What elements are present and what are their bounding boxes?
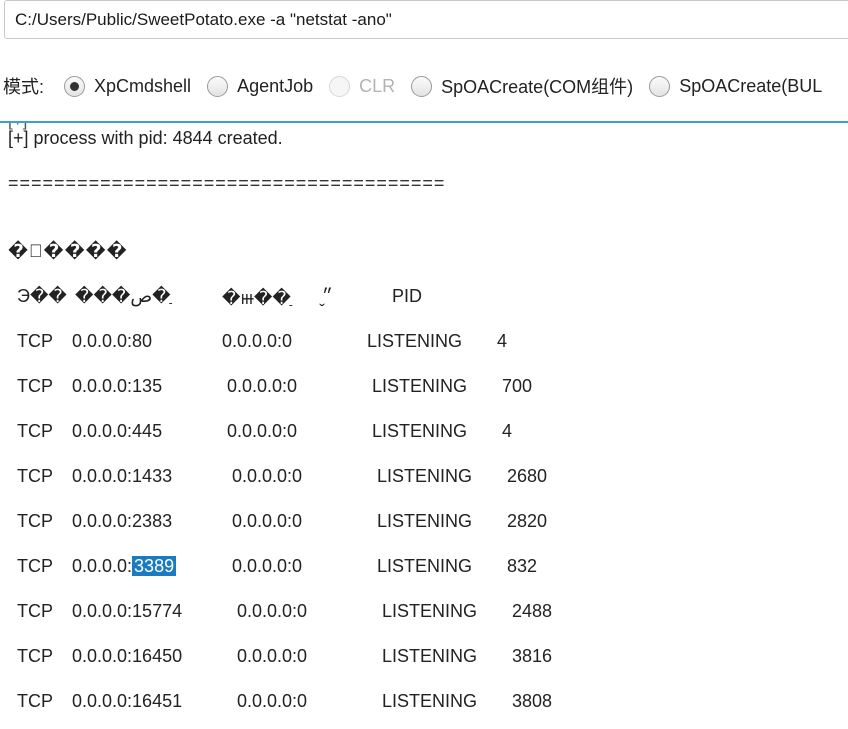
row-local-ip: 0.0.0.0: xyxy=(72,421,133,441)
row-state: LISTENING xyxy=(372,376,468,396)
row-state: LISTENING xyxy=(382,691,478,711)
row-foreign-address: 0.0.0.0:0 xyxy=(227,421,298,441)
row-local-ip: 0.0.0.0: xyxy=(72,691,133,711)
row-proto: TCP xyxy=(17,421,53,441)
row-foreign-address: 0.0.0.0:0 xyxy=(232,556,303,576)
radio-spoacreate-com[interactable]: SpOACreate(COM组件) xyxy=(411,73,633,99)
row-local-ip: 0.0.0.0: xyxy=(72,466,133,486)
radio-spoacreate-bul[interactable]: SpOACreate(BUL xyxy=(649,75,823,97)
row-state: LISTENING xyxy=(367,331,463,351)
radio-xpcmdshell-label: XpCmdshell xyxy=(94,75,192,96)
row-local-address: 0.0.0.0:80 xyxy=(72,331,152,352)
row-local-port: 80 xyxy=(132,331,153,351)
radio-spoacreate-com-label: SpOACreate(COM组件) xyxy=(441,77,634,97)
row-state: LISTENING xyxy=(377,511,473,531)
mode-selector: 模式: XpCmdshell AgentJob CLR SpOACreate(C… xyxy=(0,62,848,110)
row-local-ip: 0.0.0.0: xyxy=(72,601,133,621)
row-foreign-address: 0.0.0.0:0 xyxy=(227,376,298,396)
header-pid: PID xyxy=(392,286,423,306)
row-pid: 2820 xyxy=(507,511,548,531)
row-pid: 832 xyxy=(507,556,538,576)
row-proto: TCP xyxy=(17,511,53,531)
row-local-ip: 0.0.0.0: xyxy=(72,376,133,396)
row-foreign-address: 0.0.0.0:0 xyxy=(222,331,293,351)
radio-unselected-icon xyxy=(411,75,433,97)
row-pid: 3816 xyxy=(512,646,553,666)
row-proto: TCP xyxy=(17,646,53,666)
row-pid: 700 xyxy=(502,376,533,396)
header-state: ״̬ xyxy=(322,286,333,306)
row-local-port: 16451 xyxy=(132,691,183,711)
row-local-address: 0.0.0.0:15774 xyxy=(72,601,182,622)
row-proto: TCP xyxy=(17,556,53,576)
process-created-line: [+] process with pid: 4844 created. xyxy=(8,128,283,148)
row-foreign-address: 0.0.0.0:0 xyxy=(237,646,308,666)
row-local-port: 2383 xyxy=(132,511,173,531)
row-foreign-address: 0.0.0.0:0 xyxy=(232,466,303,486)
row-pid: 2488 xyxy=(512,601,553,621)
row-local-address: 0.0.0.0:16450 xyxy=(72,646,182,667)
row-local-address: 0.0.0.0: 3389 xyxy=(72,556,177,577)
row-state: LISTENING xyxy=(382,646,478,666)
row-local-ip: 0.0.0.0: xyxy=(72,511,133,531)
header-proto: Э�� xyxy=(17,286,67,306)
row-state: LISTENING xyxy=(372,421,468,441)
row-local-address: 0.0.0.0:445 xyxy=(72,421,162,442)
row-state: LISTENING xyxy=(382,601,478,621)
output-area[interactable]: [+] [+] process with pid: 4844 created. … xyxy=(0,123,848,729)
row-proto: TCP xyxy=(17,691,53,711)
row-pid: 4 xyxy=(497,331,508,351)
row-local-port: 445 xyxy=(132,421,163,441)
header-local-address: ���ص�ַ xyxy=(75,286,171,306)
row-local-port: 135 xyxy=(132,376,163,396)
radio-clr: CLR xyxy=(329,75,396,97)
radio-xpcmdshell[interactable]: XpCmdshell xyxy=(64,75,192,97)
row-pid: 4 xyxy=(502,421,513,441)
row-local-address: 0.0.0.0:135 xyxy=(72,376,162,397)
row-local-ip: 0.0.0.0: xyxy=(72,331,133,351)
row-local-port: 16450 xyxy=(132,646,183,666)
radio-disabled-icon xyxy=(329,75,351,97)
radio-unselected-icon xyxy=(207,75,229,97)
garbled-title-line: � ���� xyxy=(8,241,128,261)
separator-line: ====================================== xyxy=(8,173,446,193)
radio-unselected-icon xyxy=(649,75,671,97)
row-local-port: 15774 xyxy=(132,601,183,621)
row-foreign-address: 0.0.0.0:0 xyxy=(237,691,308,711)
radio-agentjob[interactable]: AgentJob xyxy=(207,75,314,97)
row-proto: TCP xyxy=(17,601,53,621)
row-foreign-address: 0.0.0.0:0 xyxy=(232,511,303,531)
row-proto: TCP xyxy=(17,466,53,486)
row-local-ip: 0.0.0.0: xyxy=(72,646,133,666)
selected-port-text: 3389 xyxy=(132,556,177,576)
mode-label: 模式: xyxy=(3,77,45,97)
row-pid: 3808 xyxy=(512,691,553,711)
row-state: LISTENING xyxy=(377,556,473,576)
row-local-address: 0.0.0.0:16451 xyxy=(72,691,182,712)
row-local-port: 1433 xyxy=(132,466,173,486)
row-proto: TCP xyxy=(17,376,53,396)
row-state: LISTENING xyxy=(377,466,473,486)
radio-selected-icon xyxy=(64,75,86,97)
command-input[interactable] xyxy=(4,0,848,39)
row-pid: 2680 xyxy=(507,466,548,486)
radio-clr-label: CLR xyxy=(359,75,396,96)
radio-agentjob-label: AgentJob xyxy=(237,75,314,96)
row-local-ip: 0.0.0.0: xyxy=(72,556,133,576)
row-local-address: 0.0.0.0:1433 xyxy=(72,466,172,487)
radio-spoacreate-bul-label: SpOACreate(BUL xyxy=(679,75,823,96)
header-foreign-address: �ⲿ��ַ xyxy=(222,288,291,308)
row-local-address: 0.0.0.0:2383 xyxy=(72,511,172,532)
row-proto: TCP xyxy=(17,331,53,351)
row-foreign-address: 0.0.0.0:0 xyxy=(237,601,308,621)
